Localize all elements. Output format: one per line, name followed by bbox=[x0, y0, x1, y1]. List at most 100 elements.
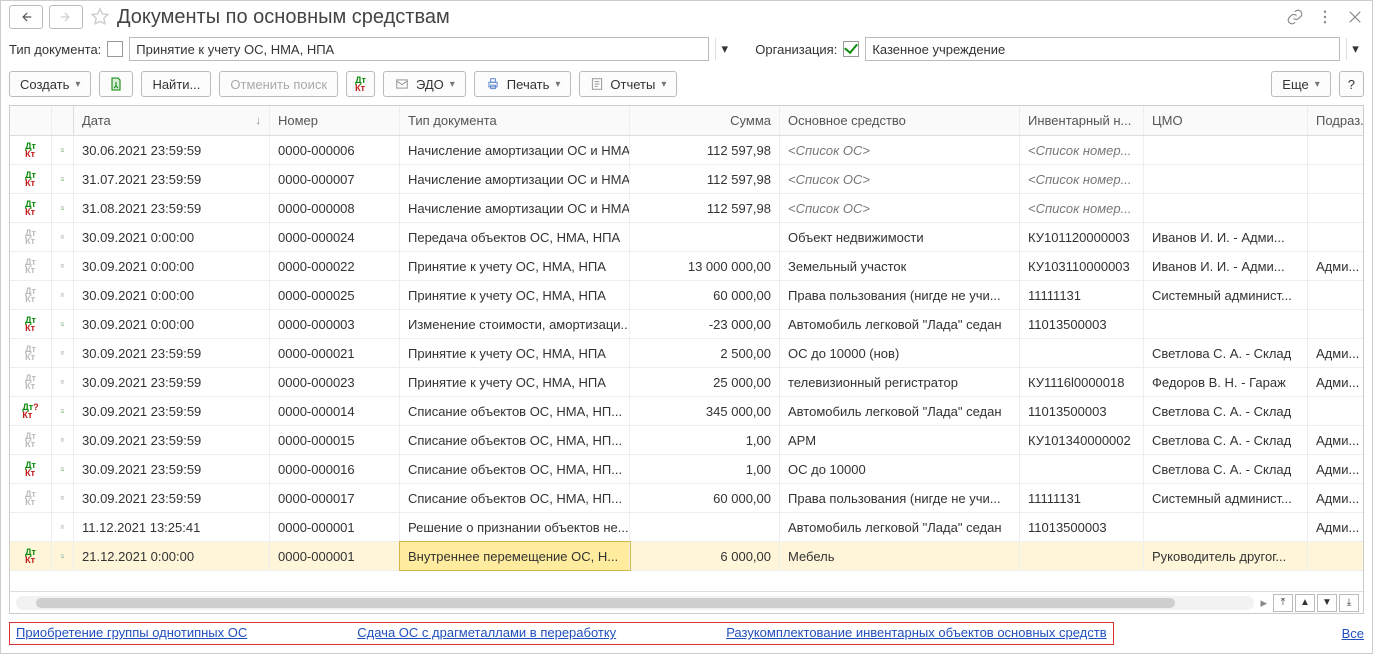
cell-cmo: Руководитель другог... bbox=[1144, 542, 1308, 570]
scroll-down-button[interactable]: ▼ bbox=[1317, 594, 1337, 612]
cell-number: 0000-000023 bbox=[270, 368, 400, 396]
dtkt-button[interactable]: ДтКт bbox=[346, 71, 375, 97]
cell-cmo: Светлова С. А. - Склад bbox=[1144, 339, 1308, 367]
cell-inventory: КУ103110000003 bbox=[1020, 252, 1144, 280]
org-dropdown-arrow[interactable]: ▾ bbox=[1346, 38, 1364, 60]
cell-department bbox=[1308, 194, 1364, 222]
row-doc-icon bbox=[52, 542, 74, 570]
cell-cmo: Иванов И. И. - Адми... bbox=[1144, 223, 1308, 251]
cell-doc-type: Списание объектов ОС, НМА, НП... bbox=[400, 397, 630, 425]
table-row[interactable]: 11.12.2021 13:25:410000-000001Решение о … bbox=[10, 513, 1363, 542]
cell-doc-type: Начисление амортизации ОС и НМА bbox=[400, 136, 630, 164]
cell-department: Адми... bbox=[1308, 455, 1364, 483]
org-label: Организация: bbox=[755, 42, 837, 57]
cell-sum: 112 597,98 bbox=[630, 194, 780, 222]
table-row[interactable]: ДтКт21.12.2021 0:00:000000-000001Внутрен… bbox=[10, 542, 1363, 571]
org-combo[interactable]: Казенное учреждение bbox=[865, 37, 1340, 61]
col-marker1[interactable] bbox=[10, 106, 52, 135]
col-department[interactable]: Подраз... bbox=[1308, 106, 1364, 135]
cell-doc-type: Принятие к учету ОС, НМА, НПА bbox=[400, 281, 630, 309]
cell-sum: 2 500,00 bbox=[630, 339, 780, 367]
row-doc-icon bbox=[52, 281, 74, 309]
table-row[interactable]: ДтКт30.09.2021 23:59:590000-000023Принят… bbox=[10, 368, 1363, 397]
cell-inventory: <Список номер... bbox=[1020, 165, 1144, 193]
find-button[interactable]: Найти... bbox=[141, 71, 211, 97]
cell-department bbox=[1308, 165, 1364, 193]
print-button[interactable]: Печать▾ bbox=[474, 71, 572, 97]
close-icon[interactable] bbox=[1346, 8, 1364, 26]
table-row[interactable]: ДтКт31.08.2021 23:59:590000-000008Начисл… bbox=[10, 194, 1363, 223]
cell-date: 21.12.2021 0:00:00 bbox=[74, 542, 270, 570]
cancel-search-button[interactable]: Отменить поиск bbox=[219, 71, 338, 97]
col-date[interactable]: Дата↓ bbox=[74, 106, 270, 135]
help-button[interactable]: ? bbox=[1339, 71, 1364, 97]
scroll-bottom-button[interactable]: ⤓ bbox=[1339, 594, 1359, 612]
cell-inventory bbox=[1020, 339, 1144, 367]
table-row[interactable]: ДтКт31.07.2021 23:59:590000-000007Начисл… bbox=[10, 165, 1363, 194]
horizontal-scrollbar[interactable] bbox=[16, 596, 1254, 610]
more-button[interactable]: Еще▾ bbox=[1271, 71, 1330, 97]
link-group-purchase[interactable]: Приобретение группы однотипных ОС bbox=[16, 625, 247, 640]
cell-asset: АРМ bbox=[780, 426, 1020, 454]
doc-type-filter-checkbox[interactable] bbox=[107, 41, 123, 57]
table-row[interactable]: ДтКт30.09.2021 0:00:000000-000003Изменен… bbox=[10, 310, 1363, 339]
cell-department bbox=[1308, 397, 1364, 425]
cell-doc-type: Принятие к учету ОС, НМА, НПА bbox=[400, 339, 630, 367]
cell-sum: 345 000,00 bbox=[630, 397, 780, 425]
reports-icon bbox=[590, 77, 604, 91]
scroll-up-button[interactable]: ▲ bbox=[1295, 594, 1315, 612]
row-dtkt-icon: ДтКт bbox=[10, 339, 52, 367]
table-row[interactable]: ДтКт30.09.2021 0:00:000000-000022Приняти… bbox=[10, 252, 1363, 281]
cell-asset: телевизионный регистратор bbox=[780, 368, 1020, 396]
cell-inventory bbox=[1020, 542, 1144, 570]
favorite-star-icon[interactable] bbox=[89, 6, 111, 28]
table-row[interactable]: ДтКт30.09.2021 23:59:590000-000021Принят… bbox=[10, 339, 1363, 368]
kebab-menu-icon[interactable] bbox=[1316, 8, 1334, 26]
table-row[interactable]: ДтКт30.06.2021 23:59:590000-000006Начисл… bbox=[10, 136, 1363, 165]
scroll-top-button[interactable]: ⤒ bbox=[1273, 594, 1293, 612]
col-marker2[interactable] bbox=[52, 106, 74, 135]
documents-grid[interactable]: Дата↓ Номер Тип документа Сумма Основное… bbox=[9, 105, 1364, 614]
nav-forward-button[interactable] bbox=[49, 5, 83, 29]
refresh-button[interactable] bbox=[99, 71, 133, 97]
col-asset[interactable]: Основное средство bbox=[780, 106, 1020, 135]
doc-type-dropdown-arrow[interactable]: ▾ bbox=[715, 38, 733, 60]
row-doc-icon bbox=[52, 455, 74, 483]
col-number[interactable]: Номер bbox=[270, 106, 400, 135]
table-row[interactable]: ДтКт30.09.2021 23:59:590000-000017Списан… bbox=[10, 484, 1363, 513]
row-dtkt-icon: ДтКт bbox=[10, 252, 52, 280]
table-row[interactable]: ДтКт30.09.2021 0:00:000000-000024Передач… bbox=[10, 223, 1363, 252]
row-dtkt-icon: ДтКт bbox=[10, 281, 52, 309]
cell-doc-type: Принятие к учету ОС, НМА, НПА bbox=[400, 252, 630, 280]
reports-button[interactable]: Отчеты▾ bbox=[579, 71, 677, 97]
col-sum[interactable]: Сумма bbox=[630, 106, 780, 135]
cell-department: Адми... bbox=[1308, 368, 1364, 396]
cell-inventory: <Список номер... bbox=[1020, 194, 1144, 222]
nav-back-button[interactable] bbox=[9, 5, 43, 29]
col-doc-type[interactable]: Тип документа bbox=[400, 106, 630, 135]
doc-type-combo[interactable]: Принятие к учету ОС, НМА, НПА bbox=[129, 37, 709, 61]
cell-inventory: 11013500003 bbox=[1020, 513, 1144, 541]
edo-button[interactable]: ЭДО▾ bbox=[383, 71, 466, 97]
row-doc-icon bbox=[52, 368, 74, 396]
cell-cmo: Системный админист... bbox=[1144, 484, 1308, 512]
cell-inventory: 11013500003 bbox=[1020, 310, 1144, 338]
table-row[interactable]: ДтКт30.09.2021 23:59:590000-000016Списан… bbox=[10, 455, 1363, 484]
cell-doc-type: Внутреннее перемещение ОС, Н... bbox=[400, 542, 630, 570]
create-button[interactable]: Создать▾ bbox=[9, 71, 91, 97]
cell-sum bbox=[630, 513, 780, 541]
link-icon[interactable] bbox=[1286, 8, 1304, 26]
org-filter-checkbox[interactable] bbox=[843, 41, 859, 57]
col-cmo[interactable]: ЦМО bbox=[1144, 106, 1308, 135]
link-disassembly[interactable]: Разукомплектование инвентарных объектов … bbox=[726, 625, 1106, 640]
link-all[interactable]: Все bbox=[1342, 626, 1364, 641]
table-row[interactable]: ДтКт30.09.2021 23:59:590000-000015Списан… bbox=[10, 426, 1363, 455]
cell-number: 0000-000001 bbox=[270, 513, 400, 541]
link-precious-metals[interactable]: Сдача ОС с драгметаллами в переработку bbox=[357, 625, 616, 640]
cell-doc-type: Решение о признании объектов не... bbox=[400, 513, 630, 541]
table-row[interactable]: ДтКт30.09.2021 0:00:000000-000025Приняти… bbox=[10, 281, 1363, 310]
col-inventory[interactable]: Инвентарный н... bbox=[1020, 106, 1144, 135]
doc-type-label: Тип документа: bbox=[9, 42, 101, 57]
cell-cmo: Светлова С. А. - Склад bbox=[1144, 397, 1308, 425]
table-row[interactable]: Дт?Кт30.09.2021 23:59:590000-000014Списа… bbox=[10, 397, 1363, 426]
